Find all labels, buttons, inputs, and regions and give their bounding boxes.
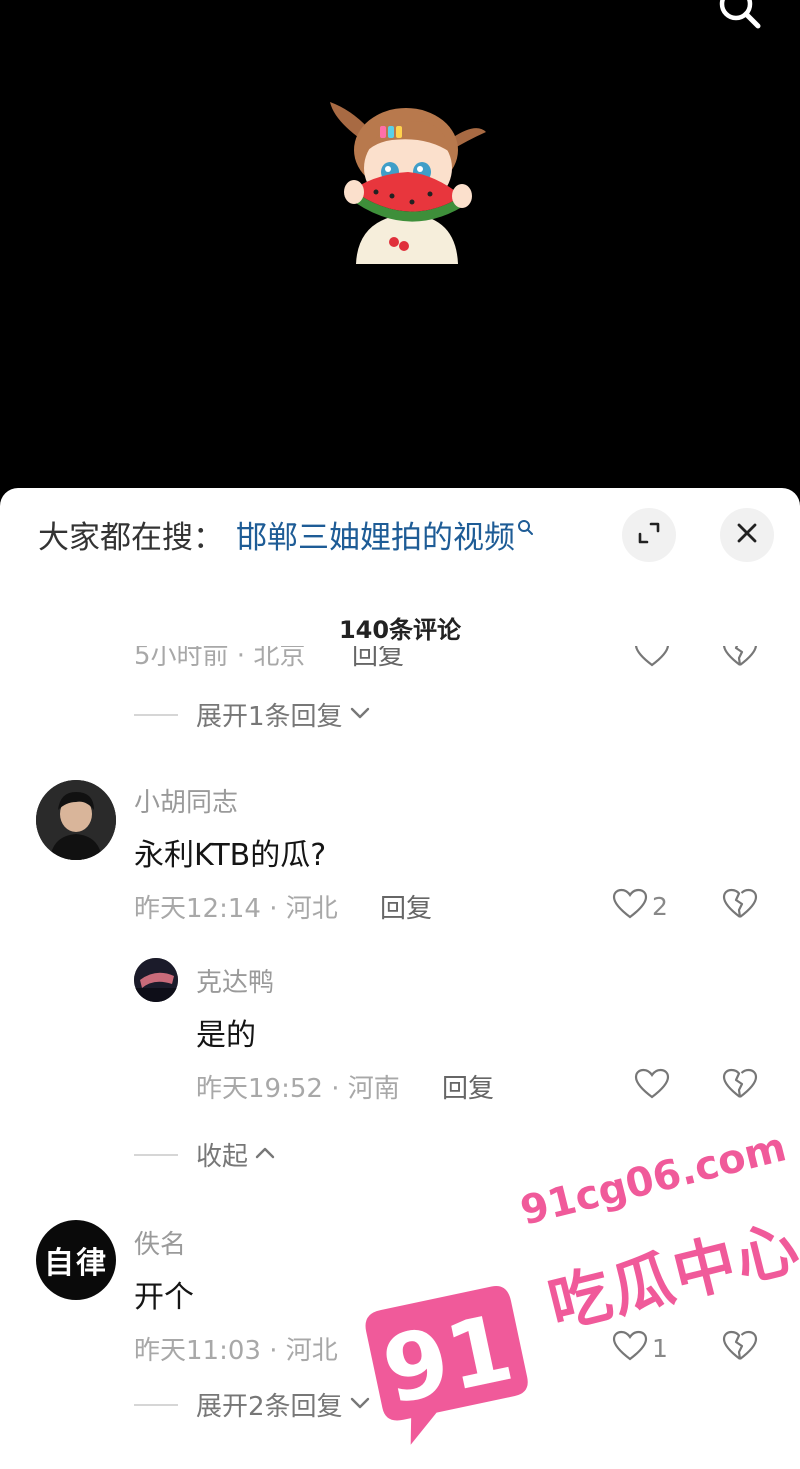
close-button[interactable] — [720, 508, 774, 562]
comment-meta: 昨天11:03 · 河北 — [134, 1336, 338, 1366]
like-button[interactable]: 1 — [612, 1330, 668, 1366]
comment-sheet: 大家都在搜： 邯郸三妯娌拍的视频 140条评论 5小时前 · 北京 回复 展开1… — [0, 488, 800, 1469]
expand-replies-label: 展开2条回复 — [196, 1392, 343, 1422]
username[interactable]: 克达鸭 — [196, 962, 274, 999]
expand-icon — [636, 520, 662, 550]
heart-icon — [612, 1330, 648, 1366]
broken-heart-icon — [722, 888, 758, 924]
search-suggestion-prefix: 大家都在搜： — [38, 519, 224, 556]
expand-replies-label: 展开1条回复 — [196, 702, 343, 732]
username[interactable]: 小胡同志 — [134, 782, 238, 819]
username[interactable]: 佚名 — [134, 1224, 186, 1261]
like-button[interactable] — [634, 1068, 670, 1104]
like-count: 2 — [652, 891, 668, 921]
collapse-label: 收起 — [196, 1142, 249, 1172]
close-icon — [736, 522, 758, 548]
collapse-replies-button[interactable]: 收起 — [134, 1136, 276, 1173]
reply-button[interactable]: 回复 — [352, 646, 404, 672]
search-icon[interactable] — [517, 509, 535, 545]
expand-replies-button[interactable]: 展开2条回复 — [134, 1386, 371, 1423]
chevron-down-icon — [349, 705, 371, 724]
comment-meta: 昨天12:14 · 河北 — [134, 894, 338, 924]
expand-button[interactable] — [622, 508, 676, 562]
broken-heart-icon — [722, 646, 758, 672]
comment-text: 开个 — [134, 1280, 194, 1315]
reply-button[interactable]: 回复 — [380, 888, 432, 925]
divider — [134, 713, 178, 716]
broken-heart-icon — [722, 1068, 758, 1104]
avatar[interactable] — [36, 780, 116, 860]
heart-icon — [612, 888, 648, 924]
heart-icon — [634, 1068, 670, 1104]
like-button[interactable]: 2 — [612, 888, 668, 924]
reply-button[interactable]: 回复 — [380, 1330, 432, 1367]
avatar[interactable]: 自律 — [36, 1220, 116, 1300]
comment-count-title: 140条评论 — [338, 616, 462, 644]
avatar[interactable] — [134, 958, 178, 1002]
video-player[interactable] — [0, 0, 800, 500]
comment-meta: 昨天19:52 · 河南 — [196, 1074, 400, 1104]
dislike-button[interactable] — [722, 1330, 758, 1366]
dislike-button[interactable] — [722, 1068, 758, 1104]
avatar-text: 自律 — [44, 1246, 108, 1281]
search-suggestion[interactable]: 大家都在搜： 邯郸三妯娌拍的视频 — [38, 510, 535, 558]
dislike-button[interactable] — [722, 646, 758, 672]
broken-heart-icon — [722, 1330, 758, 1366]
girl-eating-watermelon-sticker — [322, 92, 492, 264]
search-icon[interactable] — [712, 0, 768, 34]
heart-icon — [634, 646, 670, 672]
comment-text: 永利KTB的瓜? — [134, 838, 327, 873]
like-button[interactable] — [634, 646, 670, 672]
dislike-button[interactable] — [722, 888, 758, 924]
reply-button[interactable]: 回复 — [442, 1068, 494, 1105]
comment-meta: 5小时前 · 北京 — [134, 646, 306, 671]
comment-text: 是的 — [196, 1018, 256, 1053]
search-suggestion-query[interactable]: 邯郸三妯娌拍的视频 — [236, 512, 515, 557]
like-count: 1 — [652, 1333, 668, 1363]
expand-replies-button[interactable]: 展开1条回复 — [134, 696, 371, 733]
divider — [134, 1153, 178, 1156]
divider — [134, 1403, 178, 1406]
chevron-down-icon — [349, 1395, 371, 1414]
comment-list[interactable]: 5小时前 · 北京 回复 展开1条回复 小胡同志 永利KTB的瓜? 昨天12:1… — [0, 646, 800, 1469]
chevron-up-icon — [254, 1145, 276, 1164]
